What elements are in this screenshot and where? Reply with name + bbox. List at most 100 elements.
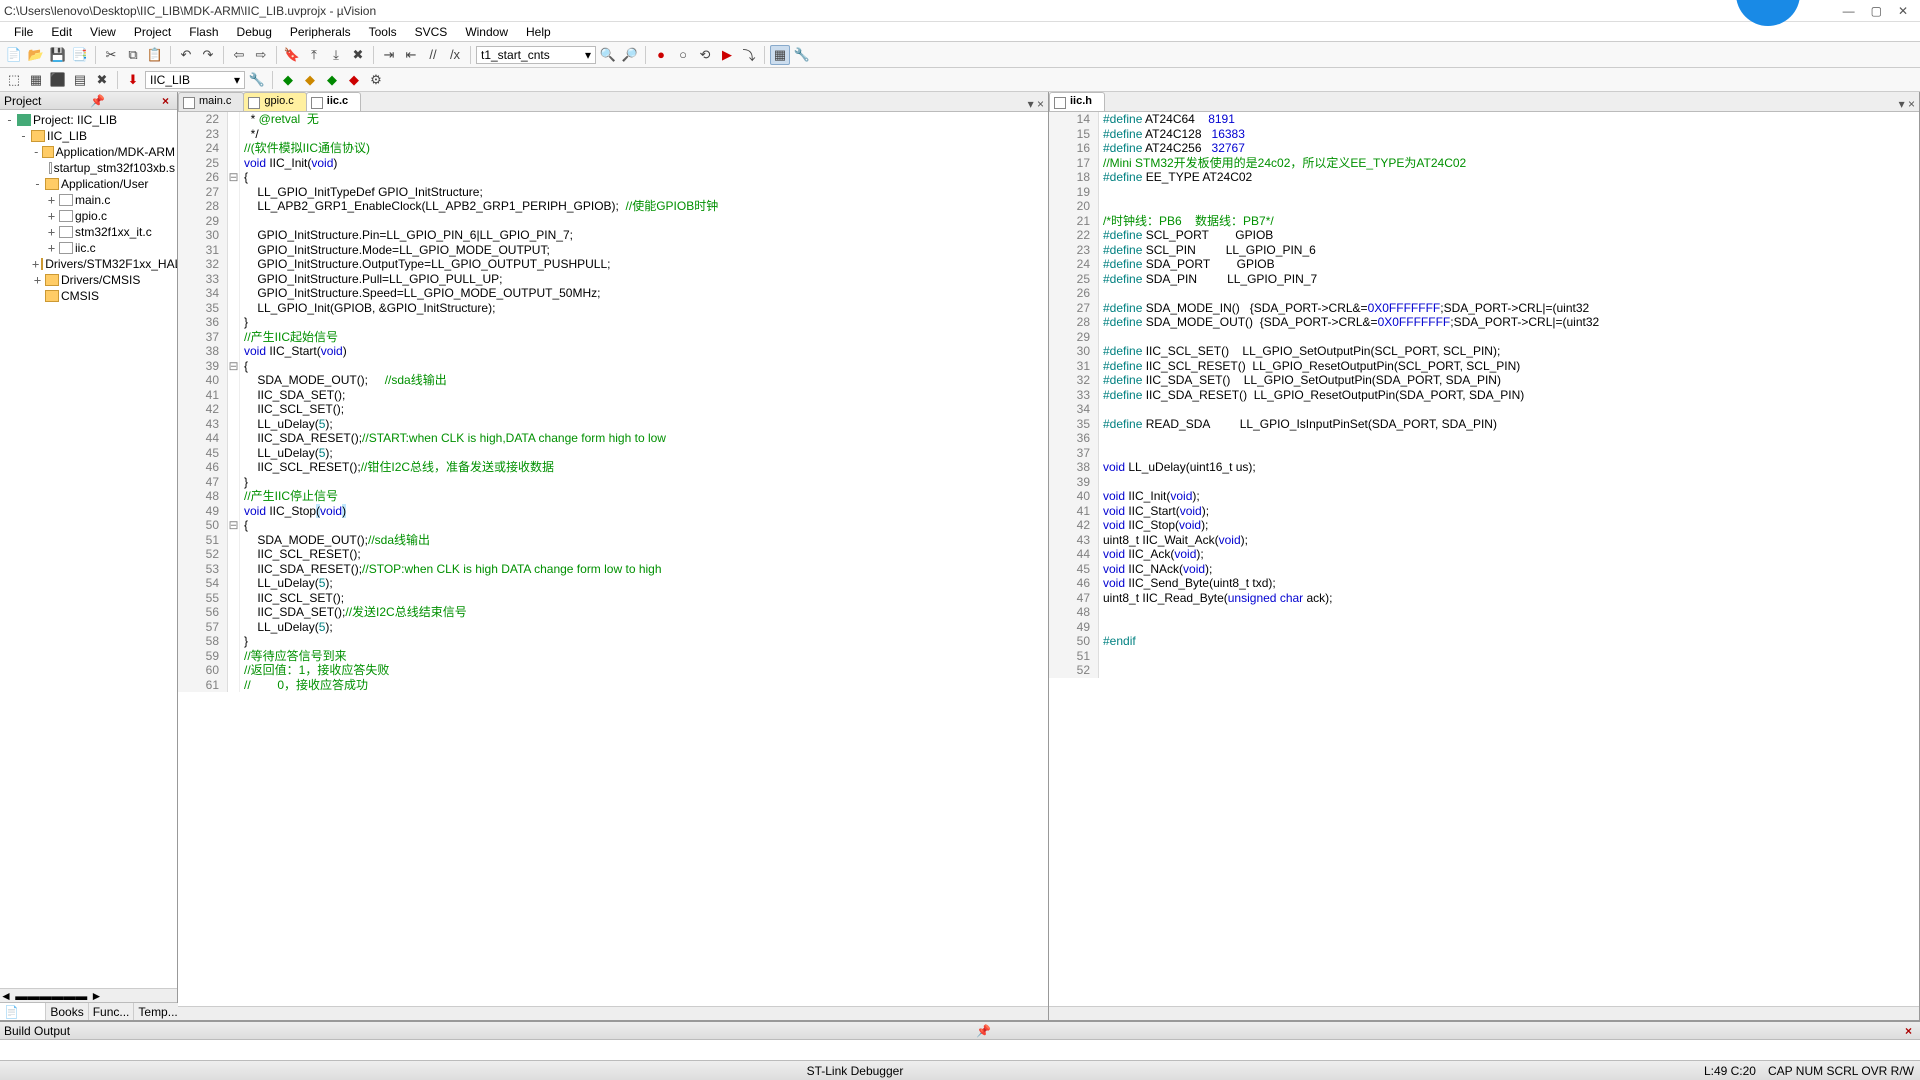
save-icon[interactable]: 💾 bbox=[48, 45, 68, 65]
tree-node[interactable]: +stm32f1xx_it.c bbox=[0, 224, 177, 240]
saveall-icon[interactable]: 📑 bbox=[70, 45, 90, 65]
tree-node[interactable]: -Project: IIC_LIB bbox=[0, 112, 177, 128]
nav-fwd-icon[interactable]: ⇨ bbox=[251, 45, 271, 65]
target-select[interactable]: IIC_LIB▾ bbox=[145, 71, 245, 89]
debug-run-icon[interactable]: ▶ bbox=[717, 45, 737, 65]
bookmark-next-icon[interactable]: ⤓ bbox=[326, 45, 346, 65]
comment-icon[interactable]: // bbox=[423, 45, 443, 65]
menu-edit[interactable]: Edit bbox=[43, 23, 80, 41]
tree-node[interactable]: CMSIS bbox=[0, 288, 177, 304]
manage2-icon[interactable]: ◆ bbox=[300, 70, 320, 90]
manage3-icon[interactable]: ◆ bbox=[322, 70, 342, 90]
panel-tab[interactable]: Func... bbox=[89, 1003, 135, 1020]
menu-flash[interactable]: Flash bbox=[181, 23, 226, 41]
menu-file[interactable]: File bbox=[6, 23, 41, 41]
menu-project[interactable]: Project bbox=[126, 23, 179, 41]
redo-icon[interactable]: ↷ bbox=[198, 45, 218, 65]
tree-hscroll[interactable]: ◄ ▬▬▬▬▬▬ ► bbox=[0, 988, 177, 1002]
project-panel-tabs: 📄 ProjectBooksFunc...Temp... bbox=[0, 1002, 177, 1020]
debug-reset-icon[interactable]: ⟲ bbox=[695, 45, 715, 65]
translate-icon[interactable]: ⬚ bbox=[4, 70, 24, 90]
copy-icon[interactable]: ⧉ bbox=[123, 45, 143, 65]
undo-icon[interactable]: ↶ bbox=[176, 45, 196, 65]
editor-tab[interactable]: iic.h bbox=[1049, 92, 1105, 111]
editor-tab[interactable]: gpio.c bbox=[243, 92, 306, 111]
tree-node[interactable]: -IIC_LIB bbox=[0, 128, 177, 144]
menu-debug[interactable]: Debug bbox=[229, 23, 280, 41]
nav-back-icon[interactable]: ⇦ bbox=[229, 45, 249, 65]
batch-build-icon[interactable]: ▤ bbox=[70, 70, 90, 90]
bookmark-clear-icon[interactable]: ✖ bbox=[348, 45, 368, 65]
tree-node[interactable]: +main.c bbox=[0, 192, 177, 208]
editor-right: iic.h ▾ × 14#define AT24C64 819115#define… bbox=[1049, 92, 1920, 1020]
code-editor-right[interactable]: 14#define AT24C64 819115#define AT24C128… bbox=[1049, 112, 1919, 1006]
editor-tab[interactable]: iic.c bbox=[306, 92, 361, 111]
menu-peripherals[interactable]: Peripherals bbox=[282, 23, 359, 41]
debug-step-icon[interactable]: ⤵ bbox=[739, 45, 759, 65]
panel-close-icon[interactable]: × bbox=[158, 94, 173, 108]
bookmark-prev-icon[interactable]: ⤒ bbox=[304, 45, 324, 65]
find-in-files-icon[interactable]: 🔎 bbox=[620, 45, 640, 65]
tree-node[interactable]: +iic.c bbox=[0, 240, 177, 256]
window-title: C:\Users\lenovo\Desktop\IIC_LIB\MDK-ARM\… bbox=[4, 4, 1843, 18]
rebuild-icon[interactable]: ⬛ bbox=[48, 70, 68, 90]
min-button[interactable]: — bbox=[1843, 4, 1855, 18]
editor-hscroll[interactable] bbox=[1049, 1006, 1919, 1020]
outdent-icon[interactable]: ⇤ bbox=[401, 45, 421, 65]
indent-icon[interactable]: ⇥ bbox=[379, 45, 399, 65]
titlebar: C:\Users\lenovo\Desktop\IIC_LIB\MDK-ARM\… bbox=[0, 0, 1920, 22]
panel-tab[interactable]: Books bbox=[46, 1003, 88, 1020]
debug-stop-icon[interactable]: ○ bbox=[673, 45, 693, 65]
close-button[interactable]: ✕ bbox=[1898, 4, 1908, 18]
manage4-icon[interactable]: ◆ bbox=[344, 70, 364, 90]
project-tree[interactable]: -Project: IIC_LIB-IIC_LIB-Application/MD… bbox=[0, 110, 177, 988]
open-icon[interactable]: 📂 bbox=[26, 45, 46, 65]
build-output-panel: Build Output 📌 × bbox=[0, 1020, 1920, 1060]
menu-help[interactable]: Help bbox=[518, 23, 559, 41]
find-combo[interactable]: t1_start_cnts▾ bbox=[476, 46, 596, 64]
tree-node[interactable]: +gpio.c bbox=[0, 208, 177, 224]
menu-svcs[interactable]: SVCS bbox=[407, 23, 456, 41]
max-button[interactable]: ▢ bbox=[1871, 4, 1882, 18]
editor-hscroll[interactable] bbox=[178, 1006, 1048, 1020]
build-icon[interactable]: ▦ bbox=[26, 70, 46, 90]
tree-node[interactable]: startup_stm32f103xb.s bbox=[0, 160, 177, 176]
statusbar: ST-Link Debugger L:49 C:20 CAP NUM SCRL … bbox=[0, 1060, 1920, 1080]
project-panel: Project 📌 × -Project: IIC_LIB-IIC_LIB-Ap… bbox=[0, 92, 178, 1020]
panel-pin-icon[interactable]: 📌 bbox=[976, 1024, 991, 1038]
manage-icon[interactable]: ◆ bbox=[278, 70, 298, 90]
build-output-body[interactable] bbox=[0, 1040, 1920, 1060]
config-icon[interactable]: 🔧 bbox=[792, 45, 812, 65]
panel-pin-icon[interactable]: 📌 bbox=[90, 94, 105, 108]
tree-node[interactable]: +Drivers/STM32F1xx_HAL_Driv bbox=[0, 256, 177, 272]
tree-node[interactable]: +Drivers/CMSIS bbox=[0, 272, 177, 288]
download-icon[interactable]: ⬇ bbox=[123, 70, 143, 90]
tabstrip-right: iic.h ▾ × bbox=[1049, 92, 1919, 112]
window-layout-icon[interactable]: ▦ bbox=[770, 45, 790, 65]
cut-icon[interactable]: ✂ bbox=[101, 45, 121, 65]
tree-node[interactable]: -Application/User bbox=[0, 176, 177, 192]
debug-start-icon[interactable]: ● bbox=[651, 45, 671, 65]
new-icon[interactable]: 📄 bbox=[4, 45, 24, 65]
editor-tab[interactable]: main.c bbox=[178, 92, 244, 111]
paste-icon[interactable]: 📋 bbox=[145, 45, 165, 65]
options-icon[interactable]: 🔧 bbox=[247, 70, 267, 90]
panel-close-icon[interactable]: × bbox=[1901, 1024, 1916, 1038]
toolbar-main: 📄 📂 💾 📑 ✂ ⧉ 📋 ↶ ↷ ⇦ ⇨ 🔖 ⤒ ⤓ ✖ ⇥ ⇤ // /x … bbox=[0, 42, 1920, 68]
find-icon[interactable]: 🔍 bbox=[598, 45, 618, 65]
bookmark-icon[interactable]: 🔖 bbox=[282, 45, 302, 65]
panel-tab[interactable]: Temp... bbox=[134, 1003, 182, 1020]
menu-view[interactable]: View bbox=[82, 23, 124, 41]
uncomment-icon[interactable]: /x bbox=[445, 45, 465, 65]
stop-build-icon[interactable]: ✖ bbox=[92, 70, 112, 90]
tabstrip-left: main.cgpio.ciic.c ▾ × bbox=[178, 92, 1048, 112]
pack-icon[interactable]: ⚙ bbox=[366, 70, 386, 90]
panel-tab[interactable]: 📄 Project bbox=[0, 1003, 46, 1020]
tree-node[interactable]: -Application/MDK-ARM bbox=[0, 144, 177, 160]
menu-window[interactable]: Window bbox=[457, 23, 516, 41]
tab-dropdown-icon[interactable]: ▾ × bbox=[1024, 97, 1048, 111]
code-editor-left[interactable]: 22 * @retval 无23 */24//(软件模拟IIC通信协议)25vo… bbox=[178, 112, 1048, 1006]
tab-dropdown-icon[interactable]: ▾ × bbox=[1895, 97, 1919, 111]
menu-tools[interactable]: Tools bbox=[361, 23, 405, 41]
project-panel-title: Project bbox=[4, 94, 41, 108]
